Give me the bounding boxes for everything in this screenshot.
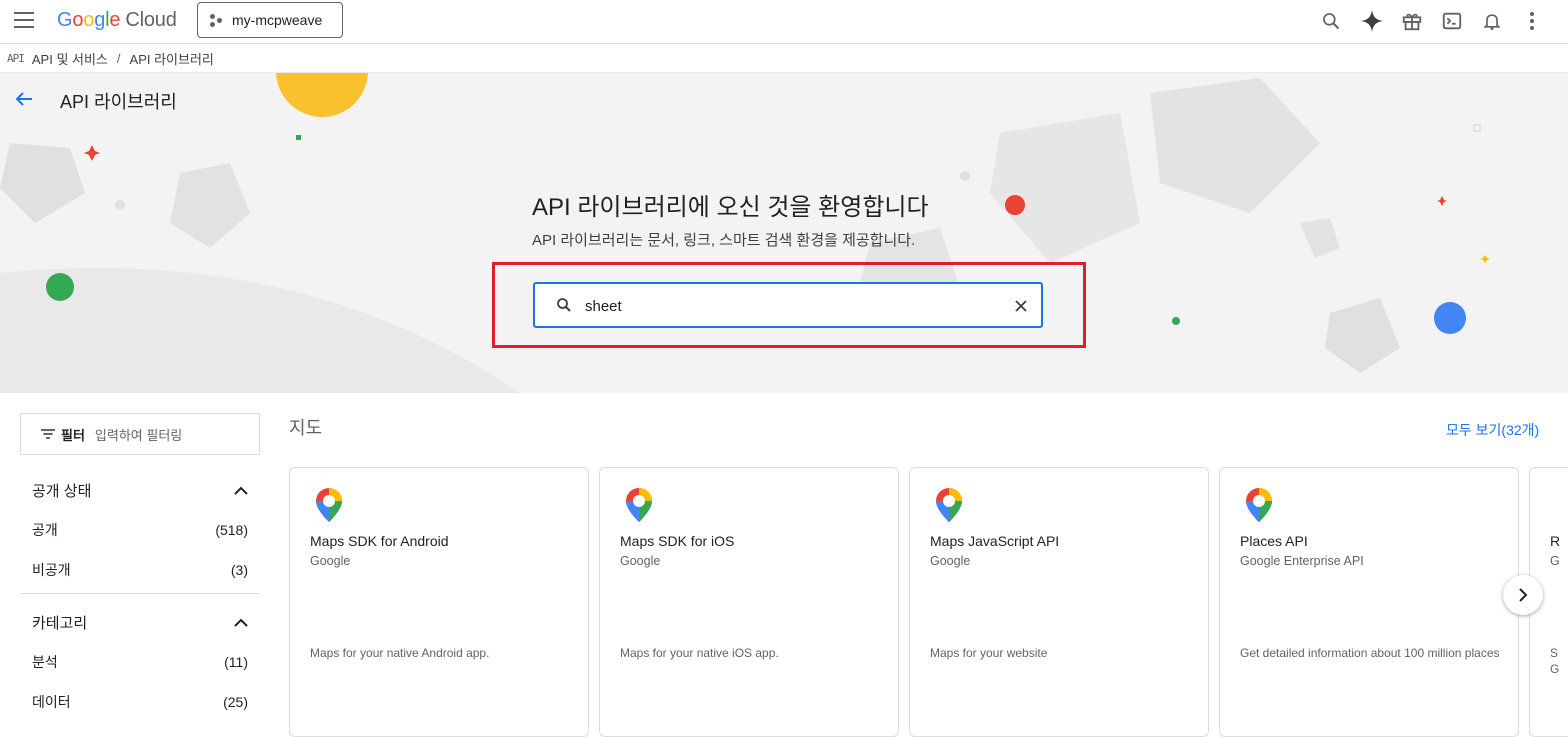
chevron-up-icon [234,618,248,627]
search-icon [555,296,573,314]
breadcrumb-item-apis-services[interactable]: API 및 서비스 [32,49,108,68]
maps-pin-icon [1246,488,1272,522]
breadcrumb: API API 및 서비스 / API 라이브러리 [0,45,1568,73]
maps-pin-icon [626,488,652,522]
maps-pin-icon [936,488,962,522]
divider [20,593,260,594]
filter-item-label: 공개 [32,522,58,538]
visibility-filter-title: 공개 상태 [32,482,92,500]
filter-label: 필터 [61,427,85,443]
page-title: API 라이브러리 [60,92,177,112]
api-card-maps-sdk-ios[interactable]: Maps SDK for iOS Google Maps for your na… [599,467,899,737]
card-description: Maps for your native iOS app. [620,646,779,660]
main-menu-icon[interactable] [14,12,34,28]
section-title-maps: 지도 [289,418,323,438]
project-picker-button[interactable]: my-mcpweave [197,2,343,38]
filter-item-data[interactable]: 데이터 (25) [20,682,260,722]
filter-item-count: (518) [215,522,248,538]
card-description: Maps for your native Android app. [310,646,490,660]
filter-placeholder: 입력하여 필터링 [94,427,183,443]
filter-icon [41,429,55,439]
project-name: my-mcpweave [232,12,323,28]
carousel-next-button[interactable] [1503,575,1543,615]
more-options-icon[interactable] [1519,8,1545,34]
filter-item-count: (3) [230,562,248,578]
hero-banner: API 라이브러리 API 라이브러리에 오신 것을 환영합니다 API 라이브… [0,73,1568,393]
category-filter-title: 카테고리 [32,614,88,632]
filter-item-count: (25) [223,694,248,710]
visibility-filter-header[interactable]: 공개 상태 [20,470,260,510]
api-search-box[interactable] [533,282,1043,328]
api-card-maps-sdk-android[interactable]: Maps SDK for Android Google Maps for you… [289,467,589,737]
filter-item-label: 비공개 [32,562,71,578]
card-title: Places API [1240,533,1308,549]
card-title: Maps SDK for iOS [620,533,735,549]
chevron-right-icon [1519,588,1528,602]
filter-item-analytics[interactable]: 분석 (11) [20,642,260,682]
api-card-maps-javascript[interactable]: Maps JavaScript API Google Maps for your… [909,467,1209,737]
filter-item-public[interactable]: 공개 (518) [20,510,260,550]
api-card-places[interactable]: Places API Google Enterprise API Get det… [1219,467,1519,737]
card-title: R [1550,533,1561,549]
maps-pin-icon [316,488,342,522]
api-icon: API [7,52,25,65]
filter-item-label: 분석 [32,654,58,670]
welcome-subtitle: API 라이브러리는 문서, 링크, 스마트 검색 환경을 제공합니다. [532,232,916,249]
api-search-input[interactable] [585,294,985,318]
search-icon[interactable] [1318,8,1344,34]
notifications-bell-icon[interactable] [1479,8,1505,34]
filter-item-label: 데이터 [32,694,71,710]
card-description: Get detailed information about 100 milli… [1240,646,1500,660]
breadcrumb-item-api-library[interactable]: API 라이브러리 [130,49,214,68]
card-description: Maps for your website [930,646,1048,660]
card-publisher: G [1550,554,1560,568]
filter-input-box[interactable]: 필터 입력하여 필터링 [20,413,260,455]
card-publisher: Google [930,554,971,568]
clear-search-icon[interactable] [1011,296,1031,316]
card-publisher: Google Enterprise API [1240,554,1364,568]
filter-item-count: (11) [224,654,248,670]
project-icon [210,14,222,27]
chevron-up-icon [234,486,248,495]
card-publisher: Google [310,554,351,568]
visibility-filter-section: 공개 상태 공개 (518) 비공개 (3) 카테고리 분석 (11) 데이터 … [20,470,260,722]
card-publisher: Google [620,554,661,568]
top-bar: Google Cloud my-mcpweave [0,0,1568,44]
google-cloud-logo[interactable]: Google Cloud [57,9,177,32]
card-title: Maps SDK for Android [310,533,449,549]
card-description: SG [1550,646,1560,676]
gemini-sparkle-icon[interactable] [1359,8,1385,34]
cloud-shell-icon[interactable] [1439,8,1465,34]
filter-item-private[interactable]: 비공개 (3) [20,550,260,590]
card-title: Maps JavaScript API [930,533,1060,549]
category-filter-header[interactable]: 카테고리 [20,602,260,642]
breadcrumb-separator: / [116,51,121,66]
gift-icon[interactable] [1399,8,1425,34]
welcome-title: API 라이브러리에 오신 것을 환영합니다 [532,194,929,221]
back-arrow-icon[interactable] [12,87,36,111]
view-all-link[interactable]: 모두 보기(32개) [1446,420,1539,440]
